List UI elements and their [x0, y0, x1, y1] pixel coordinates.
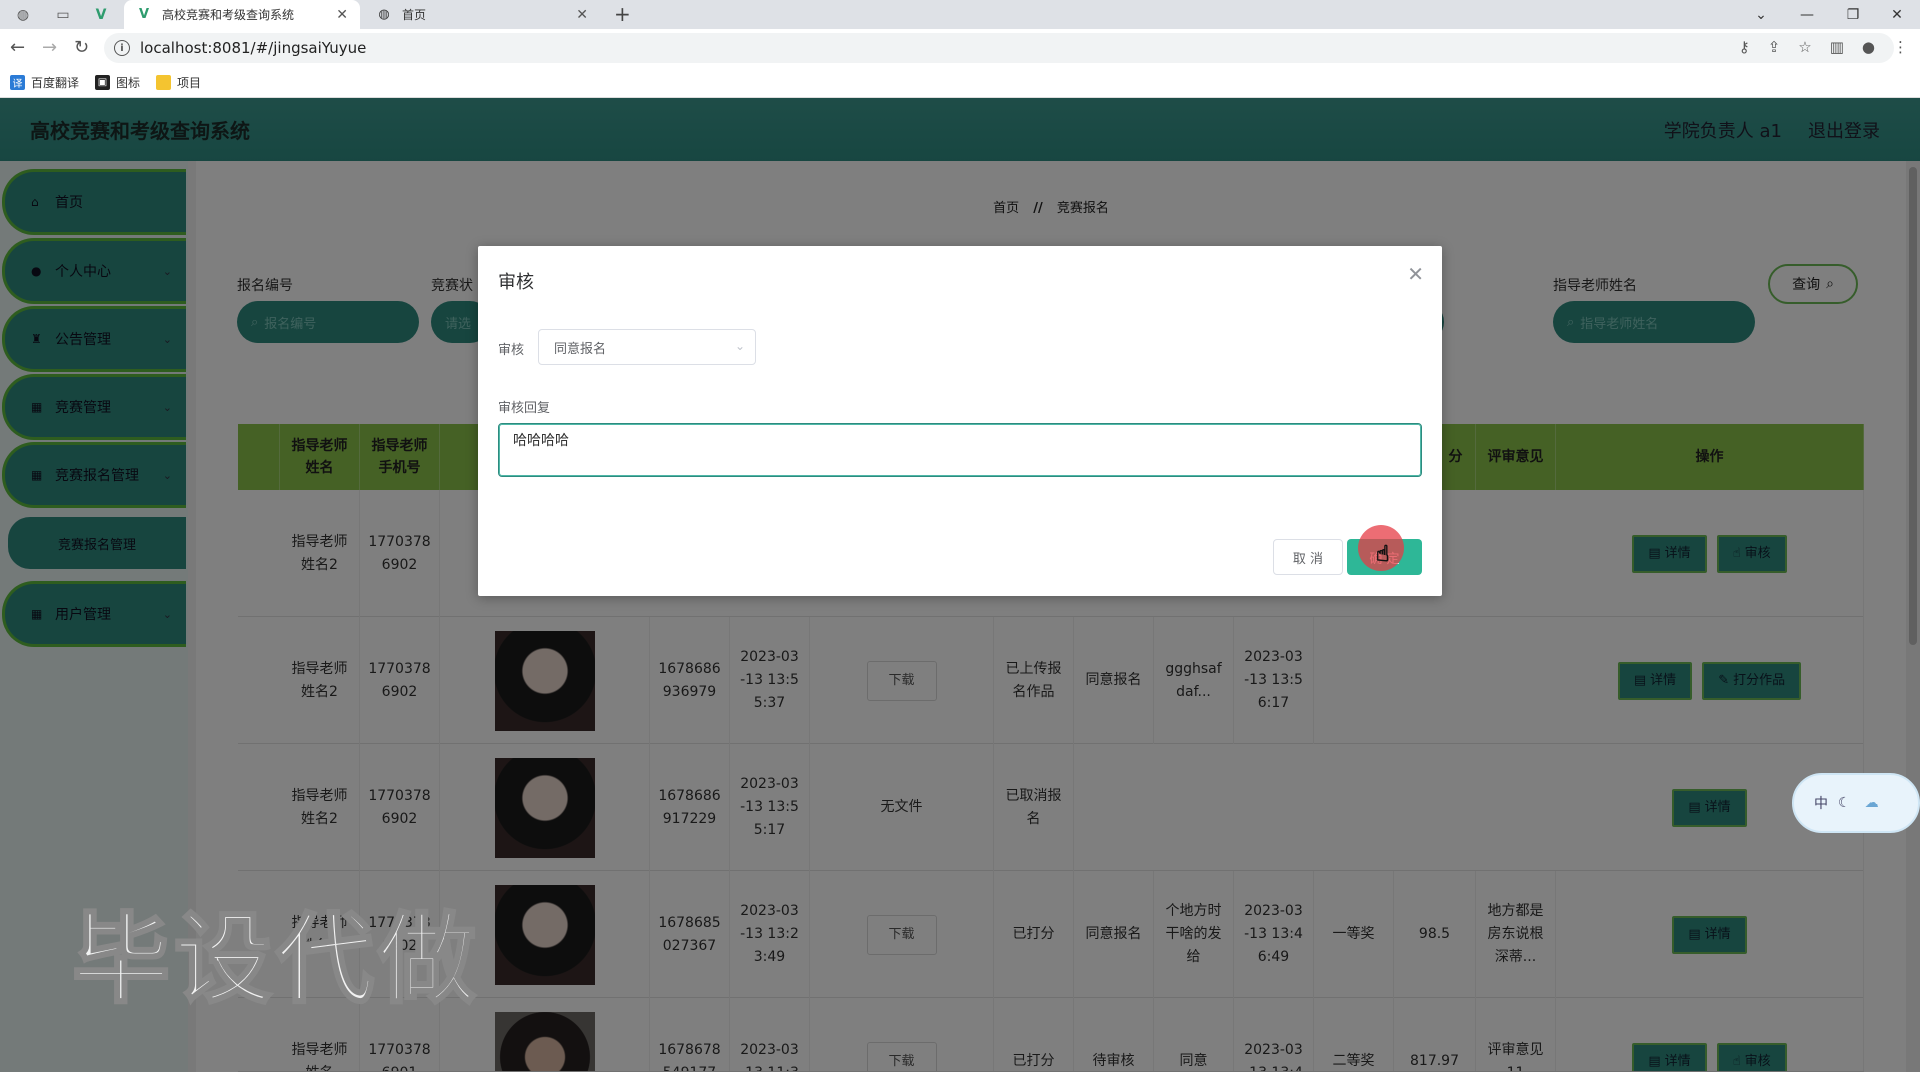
folder-icon — [156, 74, 172, 90]
browser-tabbar: ◍ ▭ V V 高校竞赛和考级查询系统 ✕ ◍ 首页 ✕ + ⌄ — ❐ ✕ — [0, 0, 1920, 29]
vue-tab-icon[interactable]: V — [84, 3, 118, 27]
review-select-value: 同意报名 — [554, 341, 607, 357]
info-icon[interactable]: i — [114, 40, 130, 56]
hand-cursor-icon: ☝ — [1375, 542, 1390, 568]
ime-widget[interactable]: 中 ☾ ☁ — [1792, 773, 1920, 833]
chevron-down-icon: ⌄ — [734, 339, 745, 353]
key-icon[interactable]: ⚷ — [1739, 38, 1750, 56]
tab-active[interactable]: V 高校竞赛和考级查询系统 ✕ — [124, 0, 360, 29]
cloud-icon: ☁ — [1864, 795, 1879, 811]
bookmark-label: 百度翻译 — [31, 75, 80, 90]
review-dialog: 审核 ✕ 审核 同意报名 ⌄ 审核回复 哈哈哈哈 取 消 确 定 ☝ — [478, 246, 1442, 596]
url-field[interactable]: i localhost:8081/#/jingsaiYuyue — [104, 33, 1894, 63]
vue-icon: V — [138, 7, 150, 22]
address-icons: ⚷ ⇪ ☆ ▥ ● ⋮ — [1739, 38, 1908, 56]
menu-icon[interactable]: ⋮ — [1893, 38, 1908, 56]
bookmark-project[interactable]: 项目 — [156, 74, 201, 91]
bookmark-label: 图标 — [116, 75, 141, 90]
reload-icon[interactable]: ↻ — [74, 37, 89, 58]
close-icon[interactable]: ✕ — [336, 7, 348, 23]
translate-icon: 译 — [10, 74, 25, 90]
bookmark-icons[interactable]: ▣ 图标 — [95, 74, 140, 91]
cancel-button[interactable]: 取 消 — [1273, 539, 1343, 575]
globe-icon: ◍ — [378, 7, 390, 22]
star-icon[interactable]: ☆ — [1798, 38, 1811, 56]
bookmark-baidu-translate[interactable]: 译 百度翻译 — [10, 74, 79, 91]
reply-field-label: 审核回复 — [498, 401, 551, 416]
blank-tab-icon[interactable]: ▭ — [46, 3, 80, 27]
moon-icon: ☾ — [1838, 795, 1851, 811]
image-icon: ▣ — [95, 74, 111, 90]
reply-textarea[interactable]: 哈哈哈哈 — [498, 423, 1422, 477]
minimize-icon[interactable]: — — [1784, 0, 1830, 29]
dialog-title: 审核 — [498, 272, 534, 293]
address-bar: ← → ↻ i localhost:8081/#/jingsaiYuyue ⚷ … — [0, 29, 1920, 67]
sidepanel-icon[interactable]: ▥ — [1830, 38, 1844, 56]
restore-icon[interactable]: ❐ — [1830, 0, 1876, 29]
bookmarks-bar: 译 百度翻译 ▣ 图标 项目 — [0, 67, 1920, 98]
bookmark-label: 项目 — [177, 75, 202, 90]
tab-title: 高校竞赛和考级查询系统 — [162, 8, 295, 22]
new-tab-icon[interactable]: + — [614, 2, 631, 26]
url-text: localhost:8081/#/jingsaiYuyue — [140, 39, 367, 57]
review-select[interactable]: 同意报名 ⌄ — [538, 329, 756, 365]
window-close-icon[interactable]: ✕ — [1874, 0, 1920, 29]
chevron-down-icon[interactable]: ⌄ — [1738, 0, 1784, 29]
ime-label: 中 — [1814, 796, 1828, 812]
back-icon[interactable]: ← — [10, 37, 25, 58]
profile-icon[interactable]: ● — [1862, 38, 1875, 56]
close-icon[interactable]: ✕ — [1407, 262, 1424, 286]
forward-icon[interactable]: → — [42, 37, 57, 58]
watermark-text: 毕设代做 — [70, 902, 481, 1019]
tab-title: 首页 — [402, 8, 427, 22]
tab-home[interactable]: ◍ 首页 ✕ — [364, 0, 600, 29]
close-icon[interactable]: ✕ — [576, 7, 588, 23]
share-icon[interactable]: ⇪ — [1768, 38, 1781, 56]
globe-icon[interactable]: ◍ — [6, 3, 40, 27]
review-field-label: 审核 — [498, 343, 525, 358]
